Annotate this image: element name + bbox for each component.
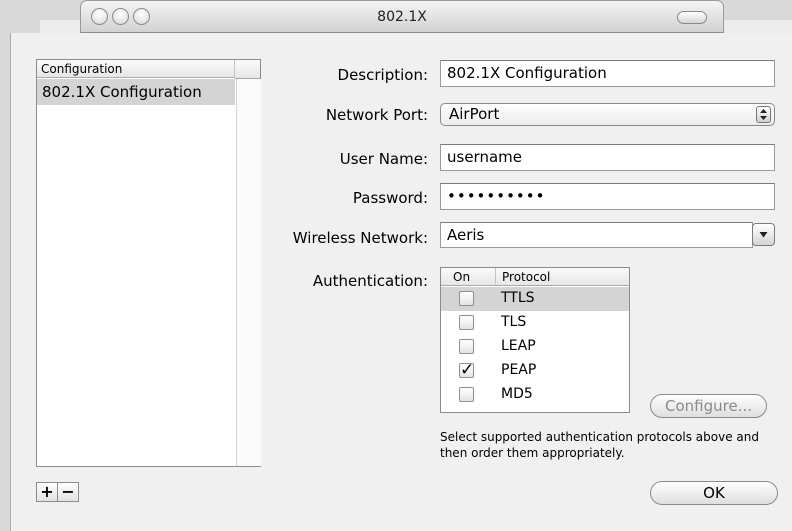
protocol-col-on-header[interactable]: On: [441, 268, 496, 286]
wireless-network-field[interactable]: Aeris: [440, 222, 753, 248]
network-port-value: AirPort: [449, 105, 500, 123]
add-configuration-button[interactable]: +: [36, 482, 58, 502]
configuration-list-header[interactable]: Configuration: [37, 60, 235, 78]
title-bar: 802.1X: [80, 0, 724, 33]
authentication-protocol-table[interactable]: On Protocol TTLS TLS LEAP ✓ PEAP MD5: [440, 267, 630, 413]
protocol-row-md5[interactable]: MD5: [441, 383, 629, 407]
authentication-hint-text: Select supported authentication protocol…: [440, 430, 759, 460]
protocol-name: PEAP: [501, 362, 537, 378]
tls-checkbox[interactable]: [459, 315, 474, 330]
list-header-corner: [235, 60, 260, 79]
protocol-name: TLS: [501, 314, 527, 330]
protocol-row-leap[interactable]: LEAP: [441, 335, 629, 359]
protocol-name: TTLS: [501, 290, 535, 306]
configuration-list-item[interactable]: 802.1X Configuration: [37, 79, 235, 105]
md5-checkbox[interactable]: [459, 387, 474, 402]
configuration-list[interactable]: Configuration 802.1X Configuration: [36, 59, 261, 467]
description-field[interactable]: 802.1X Configuration: [440, 60, 775, 87]
description-label: Description:: [337, 66, 428, 84]
authentication-label: Authentication:: [312, 272, 428, 290]
peap-checkbox[interactable]: ✓: [459, 362, 474, 379]
wireless-network-dropdown-button[interactable]: [752, 223, 775, 246]
protocol-name: MD5: [501, 386, 533, 402]
password-field[interactable]: ••••••••••: [440, 183, 775, 210]
ok-button[interactable]: OK: [650, 481, 778, 505]
configure-button[interactable]: Configure...: [650, 394, 767, 418]
chevron-down-icon: [759, 232, 768, 238]
protocol-row-ttls[interactable]: TTLS: [441, 287, 629, 311]
toolbar-toggle-button[interactable]: [677, 11, 707, 24]
popup-arrows-icon: [756, 106, 771, 123]
username-label: User Name:: [339, 150, 428, 168]
network-port-popup[interactable]: AirPort: [440, 103, 775, 126]
window-title: 802.1X: [377, 9, 427, 25]
remove-configuration-button[interactable]: −: [57, 482, 79, 502]
network-port-label: Network Port:: [325, 106, 428, 124]
leap-checkbox[interactable]: [459, 339, 474, 354]
password-label: Password:: [352, 189, 428, 207]
wireless-network-label: Wireless Network:: [292, 229, 428, 247]
username-field[interactable]: username: [440, 144, 775, 171]
protocol-row-peap[interactable]: ✓ PEAP: [441, 359, 629, 383]
protocol-col-name-header[interactable]: Protocol: [496, 268, 629, 286]
protocol-name: LEAP: [501, 338, 536, 354]
protocol-row-tls[interactable]: TLS: [441, 311, 629, 335]
ttls-checkbox[interactable]: [459, 291, 474, 306]
list-scrollbar[interactable]: [236, 79, 261, 466]
